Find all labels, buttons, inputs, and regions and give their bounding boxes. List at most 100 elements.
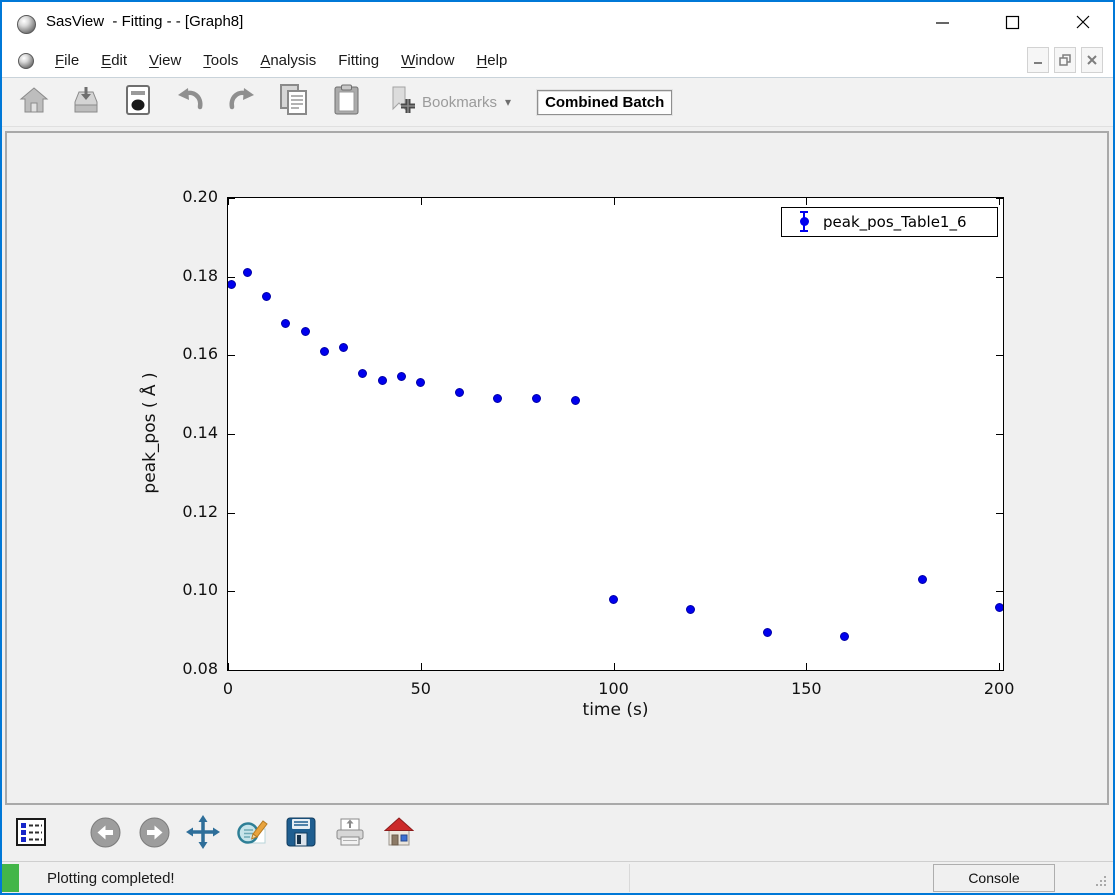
plot-legend[interactable]: peak_pos_Table1_6 <box>781 207 998 237</box>
resize-grip-icon[interactable] <box>1096 874 1107 892</box>
data-point <box>416 378 425 387</box>
forward-icon <box>139 817 170 853</box>
data-point <box>358 369 367 378</box>
home-button[interactable] <box>8 81 60 123</box>
data-point <box>493 394 502 403</box>
menu-analysis[interactable]: Analysis <box>249 52 327 69</box>
report-button[interactable] <box>112 81 164 123</box>
tick-mark <box>996 434 1003 435</box>
data-info-icon <box>16 818 46 851</box>
x-tick-label: 150 <box>776 679 836 698</box>
chevron-down-icon: ▾ <box>505 95 511 109</box>
plot-axes[interactable]: peak_pos_Table1_6 <box>227 197 1004 671</box>
reset-view-button[interactable] <box>383 819 415 851</box>
maximize-button[interactable] <box>989 2 1035 42</box>
x-tick-label: 0 <box>198 679 258 698</box>
maximize-icon <box>1005 15 1020 30</box>
data-point <box>532 394 541 403</box>
save-plot-button[interactable] <box>285 819 317 851</box>
mdi-restore-button[interactable] <box>1054 47 1076 73</box>
y-tick-label: 0.10 <box>158 580 218 599</box>
menu-file[interactable]: File <box>44 52 90 69</box>
paste-button[interactable] <box>320 81 372 123</box>
tick-mark <box>228 663 229 670</box>
bookmarks-dropdown[interactable]: Bookmarks ▾ <box>386 85 511 120</box>
forward-button[interactable] <box>138 819 170 851</box>
home-icon <box>19 85 49 120</box>
menu-bar: FileEditViewToolsAnalysisFittingWindowHe… <box>2 44 1113 78</box>
tick-mark <box>996 513 1003 514</box>
mdi-minimize-icon <box>1032 54 1044 66</box>
tick-mark <box>421 663 422 670</box>
x-tick-label: 50 <box>391 679 451 698</box>
pan-button[interactable] <box>187 819 219 851</box>
save-plot-icon <box>286 817 316 852</box>
tick-mark <box>228 513 235 514</box>
status-divider <box>629 864 630 892</box>
close-button[interactable] <box>1060 2 1106 42</box>
data-point <box>339 343 348 352</box>
print-plot-button[interactable] <box>334 819 366 851</box>
toolbar-icons <box>2 81 372 123</box>
menu-edit[interactable]: Edit <box>90 52 138 69</box>
tick-mark <box>228 434 235 435</box>
data-point <box>571 396 580 405</box>
menu-tools[interactable]: Tools <box>192 52 249 69</box>
plot-toolbar-icons <box>2 819 415 851</box>
x-axis-label: time (s) <box>227 700 1004 720</box>
plot-navigation-toolbar <box>2 808 1113 861</box>
bookmarks-label: Bookmarks <box>422 94 497 111</box>
close-icon <box>1075 14 1091 30</box>
print-plot-icon <box>335 817 365 852</box>
copy-icon <box>279 84 309 120</box>
tick-mark <box>996 591 1003 592</box>
tick-mark <box>996 670 1003 671</box>
menu-help[interactable]: Help <box>465 52 518 69</box>
y-tick-label: 0.20 <box>158 187 218 206</box>
tick-mark <box>228 670 235 671</box>
mdi-close-button[interactable] <box>1081 47 1103 73</box>
combined-batch-button[interactable]: Combined Batch <box>537 90 672 115</box>
back-button[interactable] <box>89 819 121 851</box>
undo-icon <box>174 86 206 119</box>
tick-mark <box>228 591 235 592</box>
data-point <box>840 632 849 641</box>
menu-view[interactable]: View <box>138 52 192 69</box>
tick-mark <box>228 355 235 356</box>
data-point <box>763 628 772 637</box>
status-bar: Plotting completed! Console <box>2 861 1113 894</box>
errorbar-marker-icon <box>798 210 810 234</box>
paste-icon <box>333 84 360 120</box>
sasview-logo-icon <box>17 15 36 34</box>
tick-mark <box>228 277 235 278</box>
data-point <box>281 319 290 328</box>
data-point <box>397 372 406 381</box>
minimize-icon <box>935 15 950 30</box>
undo-button[interactable] <box>164 81 216 123</box>
data-info-button[interactable] <box>15 819 47 851</box>
mdi-minimize-button[interactable] <box>1027 47 1049 73</box>
redo-button[interactable] <box>216 81 268 123</box>
x-tick-label: 100 <box>584 679 644 698</box>
menu-window[interactable]: Window <box>390 52 465 69</box>
data-point <box>227 280 236 289</box>
mdi-close-icon <box>1086 54 1098 66</box>
tick-mark <box>996 355 1003 356</box>
mdi-controls <box>1027 47 1103 73</box>
y-tick-label: 0.08 <box>158 659 218 678</box>
minimize-button[interactable] <box>919 2 965 42</box>
console-button[interactable]: Console <box>933 864 1055 892</box>
tick-mark <box>228 198 235 199</box>
zoom-edit-button[interactable] <box>236 819 268 851</box>
tick-mark <box>999 663 1000 670</box>
copy-button[interactable] <box>268 81 320 123</box>
bookmark-add-icon <box>386 85 416 120</box>
save-data-button[interactable] <box>60 81 112 123</box>
sasview-window: SasView - Fitting - - [Graph8] FileEditV… <box>0 0 1115 895</box>
tick-mark <box>996 277 1003 278</box>
y-tick-label: 0.18 <box>158 266 218 285</box>
legend-label: peak_pos_Table1_6 <box>823 213 967 231</box>
title-bar[interactable]: SasView - Fitting - - [Graph8] <box>2 2 1113 44</box>
menu-fitting[interactable]: Fitting <box>327 52 390 69</box>
back-icon <box>90 817 121 853</box>
